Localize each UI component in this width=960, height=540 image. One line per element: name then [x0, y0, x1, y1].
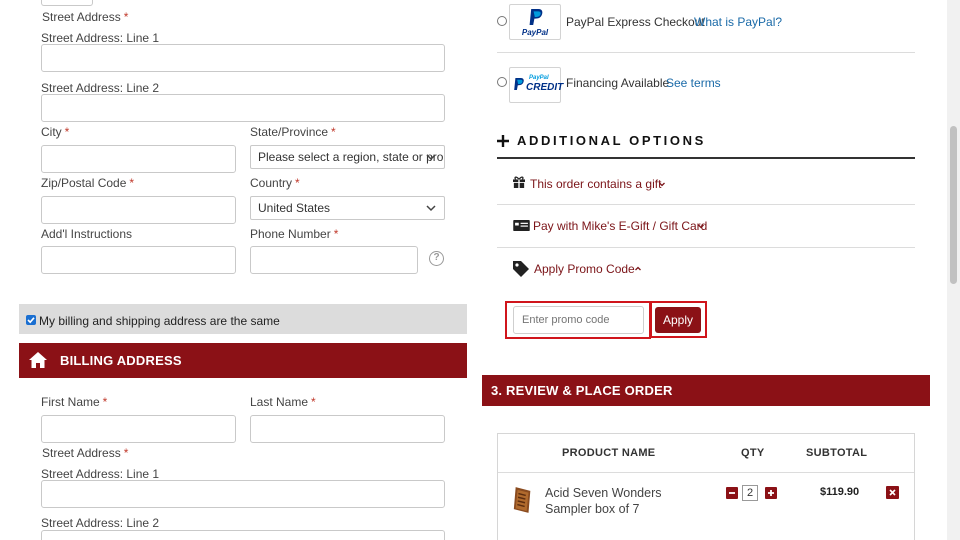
same-address-label: My billing and shipping address are the …	[39, 314, 280, 328]
chevron-down-icon	[426, 205, 436, 212]
paypal-credit-radio[interactable]	[497, 77, 507, 87]
billing-address-title: BILLING ADDRESS	[60, 353, 182, 368]
same-address-checkbox[interactable]	[26, 315, 36, 325]
gift-option[interactable]: This order contains a gift	[510, 175, 810, 193]
paypal-credit-logo-top: PayPal	[529, 75, 549, 81]
page-scrollbar[interactable]	[947, 0, 960, 540]
zip-input[interactable]	[41, 196, 236, 224]
additional-options-rule	[497, 157, 915, 159]
egift-divider	[497, 247, 915, 248]
product-name-line2: Sampler box of 7	[545, 502, 640, 516]
product-name[interactable]: Acid Seven Wonders Sampler box of 7	[545, 485, 662, 517]
billing-address-banner: BILLING ADDRESS	[19, 343, 467, 378]
street-line2-label: Street Address: Line 2	[41, 81, 160, 95]
minus-icon	[729, 492, 735, 494]
header-subtotal: SUBTOTAL	[806, 447, 868, 459]
billing-street-label: Street Address *	[42, 446, 129, 460]
paypal-logo: PayPal	[509, 4, 561, 40]
qty-value[interactable]: 2	[742, 485, 758, 501]
header-product-name: PRODUCT NAME	[562, 447, 656, 459]
street-line1-label: Street Address: Line 1	[41, 31, 160, 45]
gift-card-icon	[513, 220, 530, 231]
financing-label: Financing Available	[566, 76, 670, 90]
help-icon[interactable]: ?	[429, 251, 444, 266]
last-name-label: Last Name *	[250, 395, 316, 409]
phone-input[interactable]	[250, 246, 418, 274]
state-select[interactable]: Please select a region, state or pro	[250, 145, 445, 169]
gift-option-label: This order contains a gift	[530, 177, 662, 191]
zip-label: Zip/Postal Code *	[41, 176, 135, 190]
country-label: Country *	[250, 176, 300, 190]
street-line2-input[interactable]	[41, 94, 445, 122]
promo-option[interactable]: Apply Promo Code	[510, 259, 810, 279]
home-icon	[29, 352, 47, 368]
remove-item-button[interactable]	[886, 486, 899, 499]
payment-divider	[497, 52, 915, 53]
billing-line2-label: Street Address: Line 2	[41, 516, 160, 530]
state-label: State/Province *	[250, 125, 336, 139]
last-name-input[interactable]	[250, 415, 445, 443]
close-icon	[889, 489, 896, 496]
gift-divider	[497, 204, 915, 205]
item-subtotal: $119.90	[820, 486, 860, 498]
prev-field-edge	[41, 0, 93, 6]
chevron-up-icon	[635, 266, 641, 271]
state-select-value: Please select a region, state or pro	[258, 150, 444, 164]
review-order-title: 3. REVIEW & PLACE ORDER	[491, 383, 673, 398]
what-is-paypal-link[interactable]: What is PayPal?	[694, 15, 782, 29]
scrollbar-thumb[interactable]	[950, 126, 957, 284]
see-terms-link[interactable]: See terms	[666, 76, 721, 90]
plus-icon	[497, 135, 509, 147]
chevron-down-icon	[698, 224, 704, 229]
phone-label: Phone Number *	[250, 227, 339, 241]
paypal-credit-logo: PayPal CREDIT	[509, 67, 564, 103]
addl-instructions-label: Add'l Instructions	[41, 227, 133, 241]
product-thumbnail	[513, 487, 531, 513]
paypal-credit-logo-text: CREDIT	[526, 82, 564, 93]
plus-icon	[768, 490, 774, 496]
product-name-line1: Acid Seven Wonders	[545, 486, 662, 500]
billing-line1-label: Street Address: Line 1	[41, 467, 160, 481]
billing-line2-input[interactable]	[41, 530, 445, 540]
city-input[interactable]	[41, 145, 236, 173]
order-table: PRODUCT NAME QTY SUBTOTAL Acid Seven Won…	[497, 433, 915, 540]
qty-increase-button[interactable]	[765, 487, 777, 499]
city-label: City *	[41, 125, 70, 139]
street-line1-input[interactable]	[41, 44, 445, 72]
paypal-logo-text: PayPal	[521, 28, 549, 37]
paypal-icon	[529, 9, 543, 25]
billing-line1-input[interactable]	[41, 480, 445, 508]
street-address-label: Street Address *	[42, 10, 129, 24]
egift-option-label: Pay with Mike's E-Gift / Gift Card	[533, 219, 708, 233]
gift-icon	[513, 176, 525, 188]
country-select-value: United States	[258, 201, 331, 215]
apply-button[interactable]: Apply	[655, 307, 701, 333]
first-name-input[interactable]	[41, 415, 236, 443]
checkmark-icon	[27, 317, 35, 324]
qty-decrease-button[interactable]	[726, 487, 738, 499]
promo-code-input[interactable]	[513, 306, 644, 334]
paypal-radio[interactable]	[497, 16, 507, 26]
country-select[interactable]: United States	[250, 196, 445, 220]
egift-option[interactable]: Pay with Mike's E-Gift / Gift Card	[510, 217, 810, 235]
header-qty: QTY	[741, 447, 765, 459]
table-row: Acid Seven Wonders Sampler box of 7 2 $1…	[498, 473, 914, 540]
paypal-icon	[514, 78, 524, 90]
tag-icon	[513, 261, 529, 277]
additional-options-title: ADDITIONAL OPTIONS	[517, 133, 706, 148]
chevron-down-icon	[659, 182, 665, 187]
paypal-label: PayPal Express Checkout	[566, 15, 705, 29]
chevron-down-icon	[426, 154, 436, 161]
promo-option-label: Apply Promo Code	[534, 262, 635, 276]
first-name-label: First Name *	[41, 395, 108, 409]
addl-instructions-input[interactable]	[41, 246, 236, 274]
review-order-banner: 3. REVIEW & PLACE ORDER	[482, 375, 930, 406]
